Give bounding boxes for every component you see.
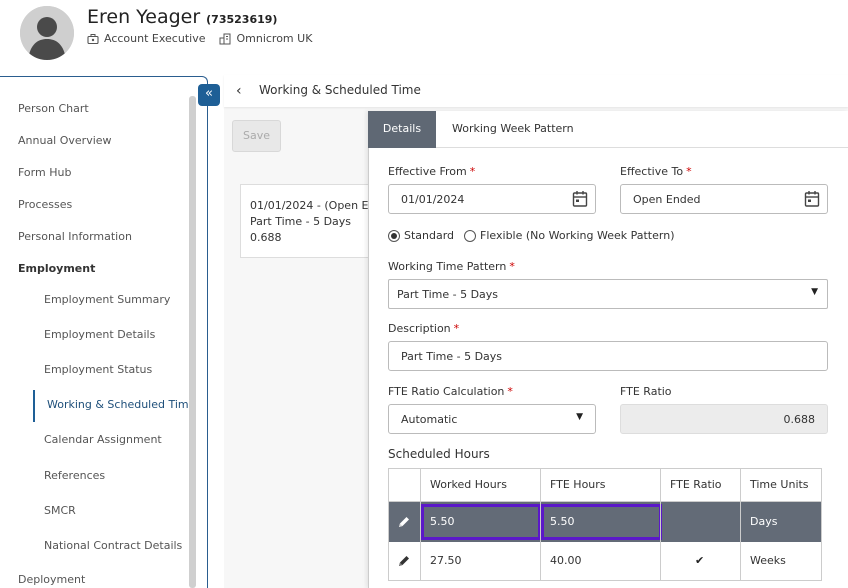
employee-meta: Account Executive Omnicrom UK (87, 32, 312, 45)
dropdown-arrow-icon[interactable]: ▼ (811, 287, 818, 297)
sidebar-item-calendar-assignment[interactable]: Calendar Assignment (44, 433, 162, 446)
avatar (20, 6, 74, 60)
calendar-icon[interactable] (572, 190, 588, 208)
edit-pencil-icon[interactable] (397, 515, 411, 529)
description-label: Description * (388, 322, 460, 335)
page-header: ‹ Working & Scheduled Time (224, 75, 848, 107)
radio-flexible[interactable]: Flexible (No Working Week Pattern) (464, 229, 674, 242)
effective-to-field[interactable]: Open Ended (620, 184, 828, 214)
sidebar-item-personal-information[interactable]: Personal Information (18, 230, 132, 243)
sidebar-item-smcr[interactable]: SMCR (44, 504, 76, 517)
column-header-fte-hours[interactable]: FTE Hours (550, 478, 606, 491)
effective-to-label: Effective To * (620, 165, 692, 178)
collapse-sidebar-button[interactable]: « (198, 84, 220, 106)
building-icon (219, 33, 231, 44)
radio-standard[interactable]: Standard (388, 229, 454, 242)
fte-ratio-check-icon: ✔ (695, 554, 705, 567)
job-title: Account Executive (104, 32, 206, 45)
fte-ratio-field: 0.688 (620, 404, 828, 434)
column-divider (420, 469, 421, 580)
fte-calc-label: FTE Ratio Calculation * (388, 385, 513, 398)
employee-name: Eren Yeager (87, 6, 201, 28)
radio-unchecked-icon[interactable] (464, 229, 477, 242)
working-time-pattern-label: Working Time Pattern * (388, 260, 515, 273)
history-pattern: Part Time - 5 Days (250, 215, 352, 228)
employee-name-line: Eren Yeager (73523619) (87, 6, 277, 28)
column-header-time-units[interactable]: Time Units (750, 478, 809, 491)
edit-pencil-icon[interactable] (397, 554, 411, 568)
active-item-indicator (33, 390, 35, 422)
history-date-range: 01/01/2024 - (Open Ended) (250, 199, 376, 212)
history-fte-ratio: 0.688 (250, 231, 282, 244)
tab-details[interactable]: Details (368, 111, 436, 148)
sidebar-item-national-contract-details[interactable]: National Contract Details (44, 539, 182, 552)
radio-checked-icon[interactable] (388, 229, 400, 242)
calendar-icon[interactable] (804, 190, 820, 208)
column-divider (660, 469, 661, 580)
effective-from-label: Effective From * (388, 165, 476, 178)
pattern-type-radio-group: Standard Flexible (No Working Week Patte… (388, 229, 674, 242)
sidebar-item-deployment[interactable]: Deployment (18, 573, 85, 586)
sidebar-item-employment[interactable]: Employment (18, 262, 95, 275)
employee-id: (73523619) (206, 13, 278, 26)
tab-working-week-pattern[interactable]: Working Week Pattern (452, 111, 574, 148)
sidebar-item-references[interactable]: References (44, 469, 105, 482)
person-silhouette-icon (20, 6, 74, 60)
scheduled-hours-title: Scheduled Hours (388, 447, 490, 461)
scheduled-hours-table: Worked Hours FTE Hours FTE Ratio Time Un… (388, 468, 822, 581)
sidebar-item-person-chart[interactable]: Person Chart (18, 102, 89, 115)
sidebar-item-employment-summary[interactable]: Employment Summary (44, 293, 170, 306)
sidebar-item-employment-status[interactable]: Employment Status (44, 363, 152, 376)
working-time-pattern-select[interactable]: Part Time - 5 Days ▼ (388, 279, 828, 309)
fte-hours-value[interactable]: 40.00 (550, 554, 582, 567)
page-title: Working & Scheduled Time (259, 83, 421, 97)
time-units-value: Days (750, 515, 778, 528)
column-divider (740, 469, 741, 580)
table-row[interactable]: 5.50 5.50 Days (389, 502, 821, 542)
time-units-value: Weeks (750, 554, 786, 567)
save-button[interactable]: Save (232, 120, 281, 152)
sidebar-item-form-hub[interactable]: Form Hub (18, 166, 71, 179)
fte-hours-value[interactable]: 5.50 (550, 515, 575, 528)
column-header-worked-hours[interactable]: Worked Hours (430, 478, 507, 491)
fte-calc-select[interactable]: Automatic ▼ (388, 404, 596, 434)
panel-tabs: Details Working Week Pattern (368, 111, 848, 148)
history-record-card[interactable]: 01/01/2024 - (Open Ended) Part Time - 5 … (240, 184, 376, 258)
table-row[interactable]: 27.50 40.00 ✔ Weeks (389, 542, 821, 580)
fte-ratio-label: FTE Ratio (620, 385, 672, 398)
worked-hours-value[interactable]: 5.50 (430, 515, 455, 528)
company-name: Omnicrom UK (236, 32, 313, 45)
description-input[interactable]: Part Time - 5 Days (388, 341, 828, 371)
sidebar-item-annual-overview[interactable]: Annual Overview (18, 134, 112, 147)
worked-hours-value[interactable]: 27.50 (430, 554, 462, 567)
table-header: Worked Hours FTE Hours FTE Ratio Time Un… (389, 469, 821, 502)
briefcase-icon (87, 33, 99, 44)
dropdown-arrow-icon[interactable]: ▼ (576, 412, 583, 422)
back-icon[interactable]: ‹ (236, 83, 242, 99)
sidebar-item-employment-details[interactable]: Employment Details (44, 328, 155, 341)
sidebar-scrollbar[interactable] (189, 96, 196, 588)
employee-header: Eren Yeager (73523619) Account Executive … (0, 0, 848, 66)
sidebar-item-working-scheduled-time[interactable]: Working & Scheduled Time (47, 398, 195, 411)
sidebar: Person Chart Annual Overview Form Hub Pr… (0, 76, 208, 588)
effective-from-field[interactable]: 01/01/2024 (388, 184, 596, 214)
job-title-item: Account Executive (87, 32, 205, 45)
sidebar-item-processes[interactable]: Processes (18, 198, 72, 211)
column-divider (540, 469, 541, 580)
company-item: Omnicrom UK (219, 32, 312, 45)
column-header-fte-ratio[interactable]: FTE Ratio (670, 478, 722, 491)
